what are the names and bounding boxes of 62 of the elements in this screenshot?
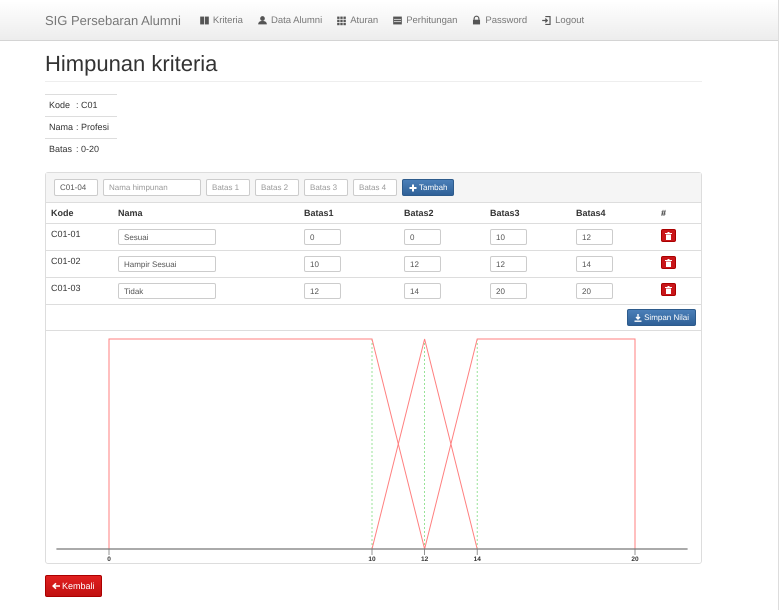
arrow-left-icon (52, 582, 60, 590)
delete-button[interactable] (661, 283, 676, 296)
nav-link[interactable]: Kriteria (198, 14, 243, 26)
column-header: # (656, 203, 701, 224)
page-title: Himpunan kriteria (45, 51, 702, 82)
columns-icon (198, 14, 210, 26)
input-field[interactable]: Batas 4 (353, 179, 397, 196)
table-cell: C01-02 (51, 256, 81, 266)
column-header: Batas2 (399, 203, 485, 224)
nav-link[interactable]: Perhitungan (392, 14, 458, 26)
limit-field[interactable]: 12 (576, 229, 613, 245)
save-button[interactable]: Simpan Nilai (627, 309, 696, 326)
limit-field[interactable]: 0 (304, 229, 341, 245)
info-label: Nama (49, 122, 74, 132)
limit-field[interactable]: 12 (490, 256, 527, 272)
input-field[interactable]: Nama himpunan (103, 179, 201, 196)
plus-icon (409, 184, 417, 192)
delete-button[interactable] (661, 256, 676, 269)
trash-icon (665, 258, 672, 266)
name-field[interactable]: Sesuai (118, 229, 216, 245)
grid-icon (336, 14, 348, 26)
code-field[interactable]: C01-04 (54, 179, 98, 196)
input-field[interactable]: Batas 2 (255, 179, 299, 196)
column-header: Kode (46, 203, 113, 224)
input-field[interactable]: Batas 3 (304, 179, 348, 196)
table-cell: C01-01 (51, 229, 81, 239)
brand-title[interactable]: SIG Persebaran Alumni (45, 12, 181, 28)
limit-field[interactable]: 14 (404, 283, 441, 299)
info-value: : C01 (76, 100, 98, 110)
table-cell: C01-03 (51, 283, 81, 293)
nav-link[interactable]: Password (471, 14, 528, 26)
limit-field[interactable]: 10 (304, 256, 341, 272)
input-field[interactable]: Batas 1 (206, 179, 250, 196)
delete-button[interactable] (661, 229, 676, 242)
trash-icon (665, 286, 672, 294)
add-button[interactable]: Tambah (402, 179, 454, 196)
limit-field[interactable]: 0 (404, 229, 441, 245)
info-value: : 0-20 (76, 144, 100, 154)
limit-field[interactable]: 20 (490, 283, 527, 299)
column-header: Batas3 (485, 203, 571, 224)
limit-field[interactable]: 12 (404, 256, 441, 272)
column-header: Nama (113, 203, 299, 224)
limit-field[interactable]: 12 (304, 283, 341, 299)
download-icon (634, 314, 642, 322)
name-field[interactable]: Tidak (118, 283, 216, 299)
nav-link[interactable]: Data Alumni (256, 14, 322, 26)
limit-field[interactable]: 10 (490, 229, 527, 245)
column-header: Batas1 (299, 203, 399, 224)
lock-icon (471, 14, 482, 26)
logout-icon (541, 14, 552, 26)
limit-field[interactable]: 14 (576, 256, 613, 272)
name-field[interactable]: Hampir Sesuai (118, 256, 216, 272)
back-button[interactable]: Kembali (45, 575, 102, 597)
info-label: Kode (49, 100, 72, 110)
user-icon (256, 14, 268, 26)
info-value: : Profesi (76, 122, 110, 132)
column-header: Batas4 (571, 203, 656, 224)
nav-link[interactable]: Logout (541, 14, 584, 26)
nav-link[interactable]: Aturan (336, 14, 378, 26)
limit-field[interactable]: 20 (576, 283, 613, 299)
info-label: Batas (49, 144, 74, 154)
trash-icon (665, 232, 672, 240)
